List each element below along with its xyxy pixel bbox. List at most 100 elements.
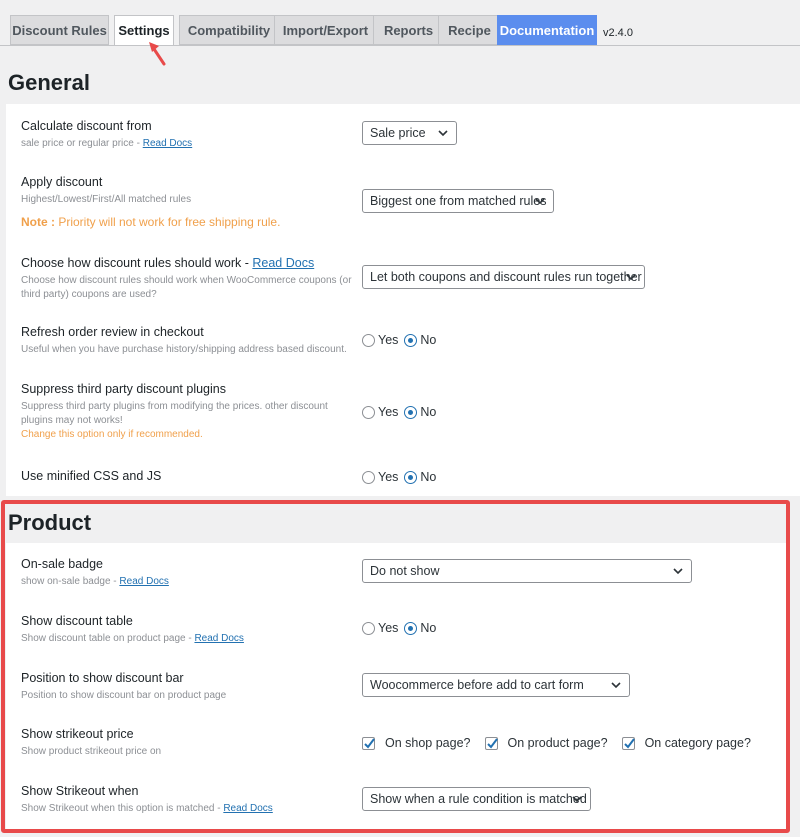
setting-label: Apply discount bbox=[21, 175, 103, 189]
note-prefix: Note : bbox=[21, 215, 55, 229]
check-icon bbox=[364, 737, 375, 749]
suppress-third-party-radios: Yes No bbox=[362, 405, 442, 419]
discount-table-radios: Yes No bbox=[362, 621, 442, 635]
refresh-order-review-radios: Yes No bbox=[362, 333, 442, 347]
setting-description: Show discount table on product page - Re… bbox=[21, 632, 244, 646]
strikeout-when-select[interactable]: Show when a rule condition is matched bbox=[362, 787, 591, 811]
description-line: Suppress third party plugins from modify… bbox=[21, 401, 328, 412]
checkbox-shop-page[interactable] bbox=[362, 736, 375, 750]
radio-label: No bbox=[420, 405, 437, 419]
select-value: Woocommerce before add to cart form bbox=[370, 678, 584, 692]
chevron-down-icon bbox=[572, 796, 582, 803]
setting-label: Choose how discount rules should work - … bbox=[21, 256, 314, 270]
check-icon bbox=[486, 737, 498, 749]
setting-label: Show Strikeout when bbox=[21, 784, 139, 798]
note-text: Priority will not work for free shipping… bbox=[55, 215, 281, 229]
description-text: Show Strikeout when this option is match… bbox=[21, 803, 224, 814]
setting-label: Use minified CSS and JS bbox=[21, 469, 162, 483]
select-value: Let both coupons and discount rules run … bbox=[370, 270, 642, 284]
description-line: plugins may not works! bbox=[21, 415, 123, 426]
read-docs-link[interactable]: Read Docs bbox=[194, 633, 243, 644]
general-panel: Calculate discount from sale price or re… bbox=[6, 104, 800, 496]
radio-no[interactable] bbox=[404, 621, 418, 635]
select-value: Biggest one from matched rules bbox=[370, 194, 547, 208]
tab-documentation[interactable]: Documentation bbox=[497, 15, 597, 45]
read-docs-link[interactable]: Read Docs bbox=[223, 803, 272, 814]
radio-label: Yes bbox=[378, 621, 399, 635]
check-icon bbox=[623, 737, 635, 749]
read-docs-link[interactable]: Read Docs bbox=[143, 138, 192, 149]
description-text: sale price or regular price - bbox=[21, 138, 143, 149]
setting-description: Show product strikeout price on bbox=[21, 746, 162, 757]
chevron-down-icon bbox=[673, 568, 683, 575]
setting-description: Position to show discount bar on product… bbox=[21, 690, 227, 701]
setting-label: Show discount table bbox=[21, 614, 133, 628]
tab-import-export[interactable]: Import/Export bbox=[274, 15, 377, 45]
apply-discount-select[interactable]: Biggest one from matched rules bbox=[362, 189, 554, 213]
description-line: Choose how discount rules should work wh… bbox=[21, 275, 352, 286]
radio-yes[interactable] bbox=[362, 333, 375, 347]
read-docs-link[interactable]: Read Docs bbox=[252, 256, 314, 270]
checkbox-product-page[interactable] bbox=[484, 736, 498, 750]
setting-label: Show strikeout price bbox=[21, 727, 134, 741]
setting-description: sale price or regular price - Read Docs bbox=[21, 137, 192, 151]
coupon-mode-select[interactable]: Let both coupons and discount rules run … bbox=[362, 265, 645, 289]
radio-label: No bbox=[420, 621, 437, 635]
general-heading: General bbox=[8, 70, 90, 95]
description-text: show on-sale badge - bbox=[21, 576, 120, 587]
radio-label: Yes bbox=[378, 470, 399, 484]
setting-label: On-sale badge bbox=[21, 557, 104, 571]
discount-bar-position-select[interactable]: Woocommerce before add to cart form bbox=[362, 673, 630, 697]
priority-note: Note : Priority will not work for free s… bbox=[21, 215, 280, 229]
checkbox-label: On product page? bbox=[507, 736, 608, 750]
setting-label: Calculate discount from bbox=[21, 119, 152, 133]
product-heading: Product bbox=[8, 510, 92, 535]
checkbox-category-page[interactable] bbox=[621, 736, 635, 750]
radio-no[interactable] bbox=[404, 470, 418, 484]
setting-description: Useful when you have purchase history/sh… bbox=[21, 344, 347, 355]
setting-description: Highest/Lowest/First/All matched rules bbox=[21, 194, 192, 205]
version-label: v2.4.0 bbox=[603, 27, 633, 39]
select-value: Do not show bbox=[370, 564, 440, 578]
minified-assets-radios: Yes No bbox=[362, 470, 442, 484]
setting-description: Suppress third party plugins from modify… bbox=[21, 400, 328, 428]
setting-description: show on-sale badge - Read Docs bbox=[21, 575, 169, 589]
chevron-down-icon bbox=[438, 130, 448, 137]
tabs-divider bbox=[0, 45, 800, 46]
radio-yes[interactable] bbox=[362, 621, 375, 635]
calculate-discount-select[interactable]: Sale price bbox=[362, 121, 457, 145]
tab-compatibility[interactable]: Compatibility bbox=[179, 15, 279, 45]
select-value: Show when a rule condition is matched bbox=[370, 792, 587, 806]
checkbox-label: On shop page? bbox=[385, 736, 471, 750]
chevron-down-icon bbox=[535, 198, 545, 205]
radio-no[interactable] bbox=[404, 405, 418, 419]
description-line: third party) coupons are used? bbox=[21, 289, 157, 300]
read-docs-link[interactable]: Read Docs bbox=[119, 576, 168, 587]
radio-label: Yes bbox=[378, 405, 399, 419]
checkbox-label: On category page? bbox=[644, 736, 751, 750]
settings-tabs: Discount Rules Settings Compatibility Im… bbox=[10, 15, 800, 46]
radio-no[interactable] bbox=[404, 333, 418, 347]
radio-label: No bbox=[420, 470, 437, 484]
select-value: Sale price bbox=[370, 126, 426, 140]
radio-yes[interactable] bbox=[362, 405, 375, 419]
on-sale-badge-select[interactable]: Do not show bbox=[362, 559, 692, 583]
strikeout-price-checkboxes: On shop page? On product page? On catego… bbox=[362, 736, 765, 750]
chevron-down-icon bbox=[611, 682, 621, 689]
radio-label: Yes bbox=[378, 333, 399, 347]
setting-label: Position to show discount bar bbox=[21, 671, 184, 685]
tab-recipe[interactable]: Recipe bbox=[438, 15, 501, 45]
tab-reports[interactable]: Reports bbox=[373, 15, 444, 45]
setting-description: Show Strikeout when this option is match… bbox=[21, 802, 273, 816]
setting-label: Refresh order review in checkout bbox=[21, 325, 204, 339]
setting-label: Suppress third party discount plugins bbox=[21, 382, 226, 396]
radio-yes[interactable] bbox=[362, 470, 375, 484]
suppress-warning: Change this option only if recommended. bbox=[21, 429, 203, 440]
pointer-arrow-icon bbox=[149, 42, 166, 66]
tab-discount-rules[interactable]: Discount Rules bbox=[10, 15, 109, 45]
chevron-down-icon bbox=[626, 274, 636, 281]
label-text: Choose how discount rules should work - bbox=[21, 256, 253, 270]
description-text: Show discount table on product page - bbox=[21, 633, 195, 644]
setting-description: Choose how discount rules should work wh… bbox=[21, 274, 352, 302]
product-panel: On-sale badge show on-sale badge - Read … bbox=[6, 543, 786, 829]
